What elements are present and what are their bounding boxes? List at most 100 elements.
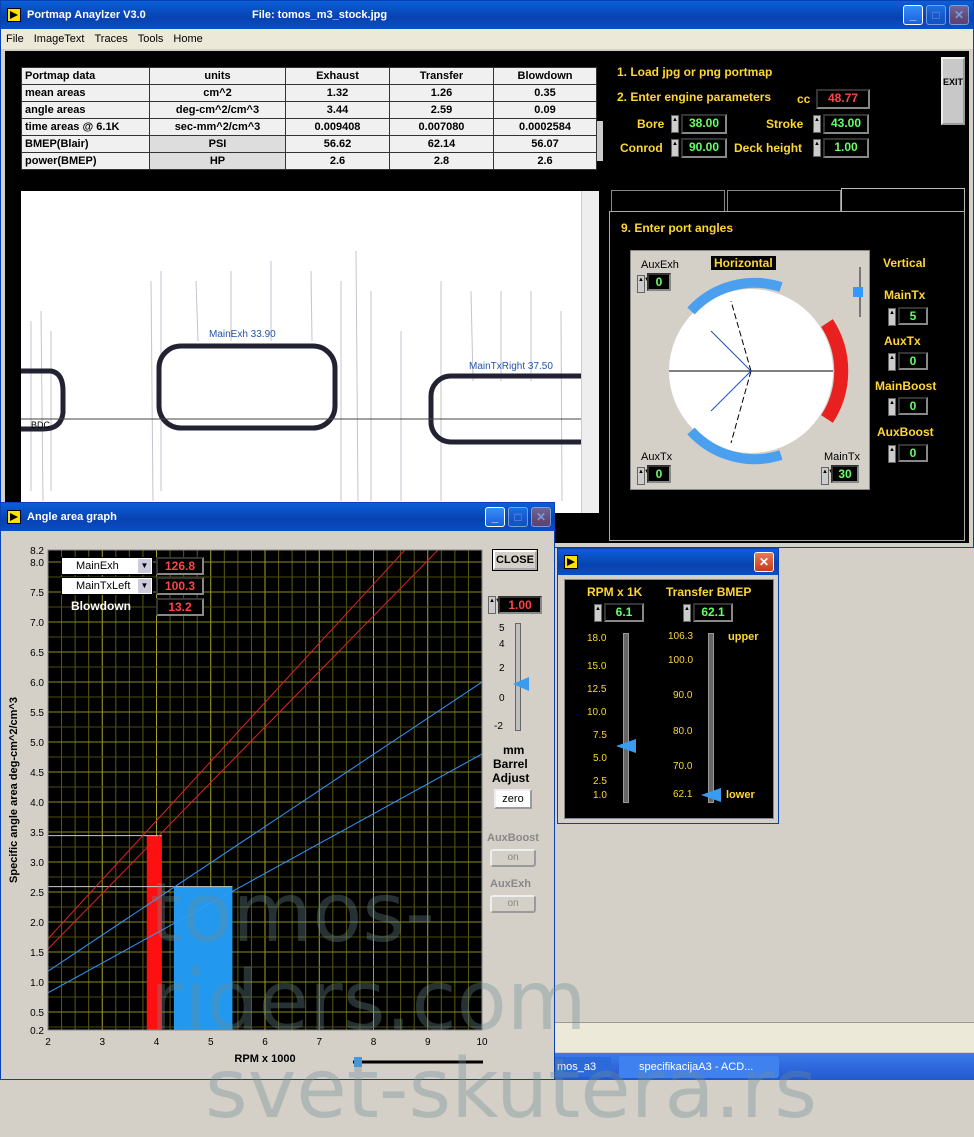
- rpm-title-bar[interactable]: ✕: [558, 549, 778, 575]
- maintx-bottom-spinner[interactable]: ▲▼: [821, 467, 834, 485]
- vert-mainboost-spinner[interactable]: ▲▼: [888, 398, 901, 416]
- auxtx-spinner[interactable]: ▲▼: [637, 467, 650, 485]
- rpm-tick: 12.5: [587, 684, 607, 695]
- auxexh-spinner[interactable]: ▲▼: [637, 275, 650, 293]
- mm-label: mm: [503, 743, 525, 757]
- tab-2[interactable]: [727, 190, 841, 212]
- bmep-slider-handle[interactable]: [701, 788, 721, 802]
- rpm-input[interactable]: 6.1: [604, 603, 644, 622]
- barrel-slider-handle[interactable]: [513, 677, 529, 691]
- rpm-slider-track[interactable]: [623, 633, 629, 803]
- rpm-close-button[interactable]: ✕: [754, 552, 774, 572]
- units-dropdown[interactable]: PSI: [149, 135, 286, 153]
- auxexh-toggle[interactable]: on: [490, 895, 536, 913]
- graph-close-button[interactable]: ✕: [531, 507, 551, 527]
- vert-maintx-input[interactable]: 5: [898, 307, 928, 325]
- bmep-slider-track[interactable]: [708, 633, 714, 803]
- bore-spinner[interactable]: ▲▼: [671, 115, 684, 133]
- bmep-label: Transfer BMEP: [666, 585, 752, 599]
- rpm-tick: 7.5: [593, 730, 607, 741]
- stroke-spinner[interactable]: ▲▼: [813, 115, 826, 133]
- table-cell: deg-cm^2/cm^3: [149, 101, 286, 119]
- table-header: Blowdown: [493, 67, 597, 85]
- deck-spinner[interactable]: ▲▼: [813, 139, 826, 157]
- legend-mainexh[interactable]: MainExh ▼: [61, 557, 153, 575]
- auxboost-toggle[interactable]: on: [490, 849, 536, 867]
- legend-maintxleft[interactable]: MainTxLeft ▼: [61, 577, 153, 595]
- y-tick-label: 0.5: [30, 1008, 44, 1019]
- main-title-bar[interactable]: Portmap Anaylzer V3.0 File: tomos_m3_sto…: [1, 1, 973, 29]
- portmap-table: Portmap data units Exhaust Transfer Blowdown…: [21, 67, 597, 170]
- menu-traces[interactable]: Traces: [89, 33, 132, 45]
- y-tick-label: 2.5: [30, 888, 44, 899]
- taskbar-item[interactable]: specifikacijaA3 - ACD...: [619, 1056, 779, 1078]
- graph-minimize-button[interactable]: _: [485, 507, 505, 527]
- table-row: BMEP(Blair) PSI 56.62 62.14 56.07: [21, 135, 597, 153]
- vert-maintx-spinner[interactable]: ▲▼: [888, 308, 901, 326]
- vert-mainboost-input[interactable]: 0: [898, 397, 928, 415]
- legend-maintxleft-label: MainTxLeft: [76, 580, 131, 592]
- chevron-down-icon: ▼: [138, 579, 151, 593]
- table-cell: 3.44: [285, 101, 390, 119]
- bar-1: [173, 886, 233, 1030]
- maximize-button[interactable]: □: [926, 5, 946, 25]
- close-graph-button[interactable]: CLOSE: [493, 550, 537, 570]
- conrod-label: Conrod: [620, 141, 663, 155]
- table-scrollbar[interactable]: [597, 121, 603, 161]
- vert-auxtx-input[interactable]: 0: [898, 352, 928, 370]
- legend-blowdown-value: 13.2: [156, 598, 204, 616]
- rpm-spinner[interactable]: ▲▼: [594, 604, 607, 622]
- y-axis-label: Specific angle area deg-cm^2/cm^3: [8, 697, 20, 883]
- vert-auxtx-label: AuxTx: [884, 334, 921, 348]
- tab-1[interactable]: [611, 190, 725, 212]
- conrod-spinner[interactable]: ▲▼: [671, 139, 684, 157]
- taskbar-item[interactable]: mos_a3: [555, 1057, 611, 1077]
- auxexh-label: AuxExh: [641, 259, 679, 271]
- maintx-bottom-input[interactable]: 30: [831, 465, 859, 483]
- bore-input[interactable]: 38.00: [681, 114, 727, 134]
- auxtx-input[interactable]: 0: [647, 465, 671, 483]
- table-cell: 1.26: [389, 84, 494, 102]
- tab-3[interactable]: [841, 188, 965, 212]
- table-row: power(BMEP) HP 2.6 2.8 2.6: [21, 152, 597, 170]
- deck-input[interactable]: 1.00: [823, 138, 869, 158]
- menu-file[interactable]: File: [1, 33, 29, 45]
- vert-auxboost-input[interactable]: 0: [898, 444, 928, 462]
- table-header: Exhaust: [285, 67, 390, 85]
- rpm-slider-handle[interactable]: [616, 739, 636, 753]
- table-cell: cm^2: [149, 84, 286, 102]
- stroke-input[interactable]: 43.00: [823, 114, 869, 134]
- vert-auxboost-label: AuxBoost: [877, 425, 934, 439]
- upper-label: upper: [728, 631, 759, 643]
- cc-value: 48.77: [816, 89, 870, 109]
- zero-button[interactable]: zero: [494, 789, 532, 809]
- adjust-value[interactable]: 1.00: [498, 596, 542, 614]
- graph-title-bar[interactable]: Angle area graph _ □ ✕: [1, 503, 554, 531]
- auxboost-label: AuxBoost: [487, 832, 539, 844]
- vert-auxtx-spinner[interactable]: ▲▼: [888, 353, 901, 371]
- menu-home[interactable]: Home: [168, 33, 207, 45]
- x-tick-label: 7: [316, 1037, 322, 1048]
- close-button[interactable]: ✕: [949, 5, 969, 25]
- x-tick-label: 6: [262, 1037, 268, 1048]
- graph-maximize-button[interactable]: □: [508, 507, 528, 527]
- exit-button[interactable]: EXIT: [941, 57, 965, 125]
- menu-tools[interactable]: Tools: [133, 33, 169, 45]
- table-cell: 2.6: [493, 152, 597, 170]
- cc-label: cc: [797, 92, 811, 106]
- image-scrollbar-v[interactable]: [581, 191, 599, 513]
- units-dropdown[interactable]: HP: [149, 152, 286, 170]
- bmep-spinner[interactable]: ▲▼: [683, 604, 696, 622]
- minimize-button[interactable]: _: [903, 5, 923, 25]
- rpm-tick: 15.0: [587, 661, 607, 672]
- menu-imagetext[interactable]: ImageText: [29, 33, 90, 45]
- portmap-image[interactable]: MainExh 33.90 MainTxRight 37.50 BDC: [21, 191, 599, 513]
- bmep-input[interactable]: 62.1: [693, 603, 733, 622]
- table-cell: 0.007080: [389, 118, 494, 136]
- adjust-spinner[interactable]: ▲▼: [488, 596, 501, 614]
- conrod-input[interactable]: 90.00: [681, 138, 727, 158]
- vert-auxboost-spinner[interactable]: ▲▼: [888, 445, 901, 463]
- table-cell: power(BMEP): [21, 152, 150, 170]
- barrel-label: Barrel: [493, 757, 528, 771]
- main-window: Portmap Anaylzer V3.0 File: tomos_m3_sto…: [0, 0, 974, 548]
